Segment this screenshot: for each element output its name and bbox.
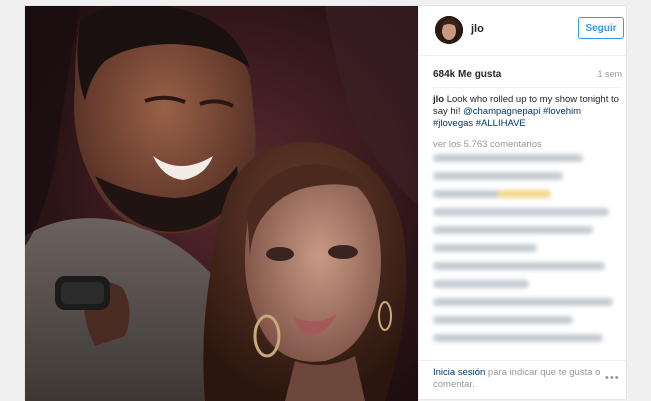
caption-hashtag[interactable]: #lovehim <box>543 106 581 117</box>
view-all-comments-link[interactable]: ver los 5.763 comentarios <box>433 139 542 150</box>
post-caption: jlo Look who rolled up to my show tonigh… <box>433 94 623 130</box>
blurred-comment <box>433 190 551 198</box>
blurred-comment <box>433 154 583 162</box>
blurred-comment <box>433 298 613 306</box>
caption-hashtag[interactable]: #jlovegas <box>433 118 473 129</box>
divider <box>419 360 629 361</box>
selfie-image <box>25 6 418 401</box>
divider <box>433 87 621 88</box>
post-photo <box>25 6 418 401</box>
blurred-comment <box>433 208 609 216</box>
avatar[interactable] <box>435 16 463 44</box>
username-link[interactable]: jlo <box>471 23 484 35</box>
blurred-comment <box>433 226 593 234</box>
post-card: jlo Seguir 684k Me gusta 1 sem jlo Look … <box>24 5 629 401</box>
login-prompt: Inicia sesión para indicar que te gusta … <box>433 367 603 391</box>
page: jlo Seguir 684k Me gusta 1 sem jlo Look … <box>0 0 651 401</box>
login-link[interactable]: Inicia sesión <box>433 367 485 378</box>
blurred-comment <box>433 334 603 342</box>
blurred-comment <box>433 316 573 324</box>
avatar-image <box>435 16 463 44</box>
blurred-comment <box>433 262 605 270</box>
blurred-comment <box>433 244 537 252</box>
follow-button[interactable]: Seguir <box>578 17 624 39</box>
likes-count[interactable]: 684k Me gusta <box>433 69 501 80</box>
post-header: jlo Seguir <box>419 6 629 56</box>
comments-list <box>433 154 623 352</box>
blurred-comment <box>433 172 563 180</box>
post-time[interactable]: 1 sem <box>597 69 622 79</box>
caption-hashtag[interactable]: #ALLIHAVE <box>476 118 526 129</box>
blurred-comment <box>433 280 529 288</box>
caption-username[interactable]: jlo <box>433 94 444 105</box>
ellipsis-icon[interactable]: ••• <box>605 372 620 384</box>
caption-mention[interactable]: @champagnepapi <box>463 106 540 117</box>
post-sidebar: jlo Seguir 684k Me gusta 1 sem jlo Look … <box>418 6 629 401</box>
